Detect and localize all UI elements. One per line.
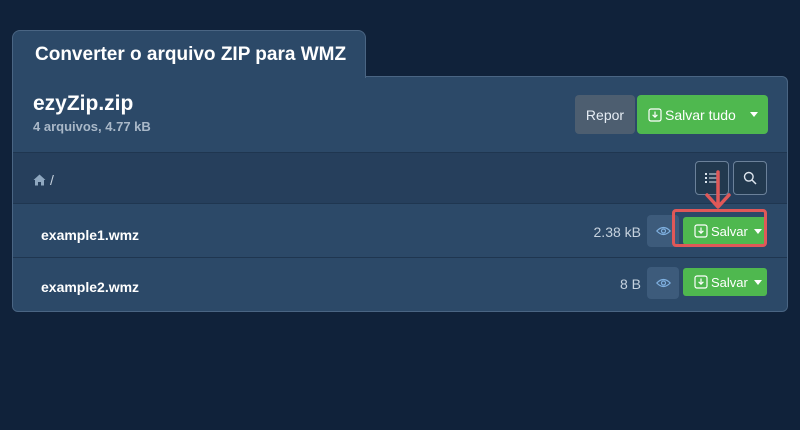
caret-down-icon — [754, 279, 762, 285]
caret-down-icon — [750, 112, 758, 117]
archive-name: ezyZip.zip — [33, 92, 134, 115]
eye-icon — [655, 278, 671, 288]
reset-button[interactable]: Repor — [575, 95, 635, 134]
page-title-tab: Converter o arquivo ZIP para WMZ — [12, 30, 366, 78]
file-row: example1.wmz 2.38 kB Salvar — [13, 204, 787, 258]
search-icon — [743, 171, 757, 185]
file-row: example2.wmz 8 B Salvar — [13, 258, 787, 311]
page-title: Converter o arquivo ZIP para WMZ — [35, 43, 347, 65]
home-icon[interactable] — [33, 174, 46, 186]
eye-icon — [655, 226, 671, 236]
archive-meta: 4 arquivos, 4.77 kB — [33, 119, 151, 134]
save-dropdown[interactable] — [749, 228, 767, 234]
preview-button[interactable] — [647, 215, 679, 247]
caret-down-icon — [754, 228, 762, 234]
arrow-down-icon — [705, 170, 731, 209]
save-button-main[interactable]: Salvar — [683, 275, 749, 290]
search-button[interactable] — [733, 161, 767, 195]
save-all-main[interactable]: Salvar tudo — [637, 107, 740, 123]
save-button[interactable]: Salvar — [683, 268, 767, 296]
breadcrumb-separator: / — [50, 172, 54, 188]
save-all-label: Salvar tudo — [665, 106, 736, 123]
save-label: Salvar — [711, 274, 748, 290]
save-label: Salvar — [711, 223, 748, 239]
archive-header: ezyZip.zip 4 arquivos, 4.77 kB Repor Sal… — [13, 77, 787, 153]
save-all-button[interactable]: Salvar tudo — [637, 95, 768, 134]
archive-panel: ezyZip.zip 4 arquivos, 4.77 kB Repor Sal… — [12, 76, 788, 312]
save-button[interactable]: Salvar — [683, 217, 767, 245]
breadcrumb: / — [13, 153, 787, 204]
download-icon — [694, 224, 708, 238]
save-dropdown[interactable] — [749, 279, 767, 285]
preview-button[interactable] — [647, 267, 679, 299]
save-button-main[interactable]: Salvar — [683, 224, 749, 239]
download-icon — [648, 107, 662, 122]
file-size: 2.38 kB — [593, 224, 641, 240]
download-icon — [694, 275, 708, 289]
file-name: example2.wmz — [41, 279, 140, 295]
save-all-dropdown[interactable] — [740, 112, 768, 117]
file-name: example1.wmz — [41, 227, 140, 243]
file-size: 8 B — [619, 276, 641, 292]
